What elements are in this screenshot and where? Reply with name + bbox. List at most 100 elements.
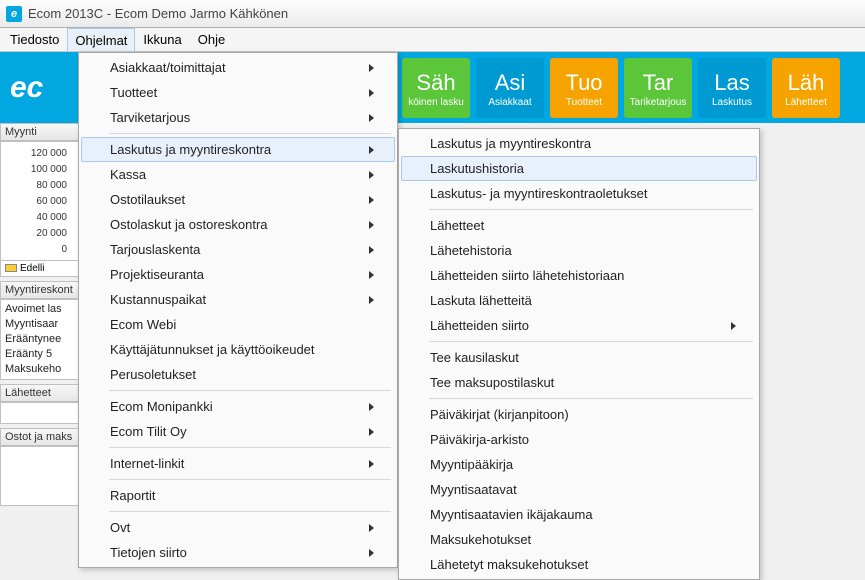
menu-item-label: Ovt <box>110 520 130 535</box>
menu-item[interactable]: Ostotilaukset <box>81 187 395 212</box>
submenu-arrow-icon <box>369 89 374 97</box>
menu-item-label: Päiväkirjat (kirjanpitoon) <box>430 407 569 422</box>
tile-tuo[interactable]: TuoTuotteet <box>550 58 618 118</box>
menu-item-label: Tuotteet <box>110 85 157 100</box>
menu-item-label: Projektiseuranta <box>110 267 204 282</box>
menu-item[interactable]: Laskutus ja myyntireskontra <box>401 131 757 156</box>
menu-item-label: Lähetetyt maksukehotukset <box>430 557 588 572</box>
menu-item-label: Laskuta lähetteitä <box>430 293 532 308</box>
menu-item[interactable]: Ecom Monipankki <box>81 394 395 419</box>
menubar-item-ohje[interactable]: Ohje <box>190 28 233 51</box>
menu-item[interactable]: Laskuta lähetteitä <box>401 288 757 313</box>
menubar-item-ohjelmat[interactable]: Ohjelmat <box>67 28 135 51</box>
menu-separator <box>109 447 391 448</box>
menu-item-label: Laskutus ja myyntireskontra <box>110 142 271 157</box>
menu-item[interactable]: Lähetteet <box>401 213 757 238</box>
submenu-arrow-icon <box>369 196 374 204</box>
menu-separator <box>109 390 391 391</box>
menu-item-label: Lähetteiden siirto <box>430 318 529 333</box>
menu-item-label: Laskutus- ja myyntireskontraoletukset <box>430 186 647 201</box>
left-sidebar: Myynti 120 000100 00080 00060 00040 0002… <box>0 123 80 562</box>
menu-item[interactable]: Ostolaskut ja ostoreskontra <box>81 212 395 237</box>
tile-tar[interactable]: TarTariketarjous <box>624 58 692 118</box>
menu-item-label: Maksukehotukset <box>430 532 531 547</box>
menu-item[interactable]: Lähetteiden siirto lähetehistoriaan <box>401 263 757 288</box>
menu-item-label: Perusoletukset <box>110 367 196 382</box>
menu-item-label: Ostotilaukset <box>110 192 185 207</box>
submenu-arrow-icon <box>369 171 374 179</box>
submenu-arrow-icon <box>369 146 374 154</box>
menu-item[interactable]: Kassa <box>81 162 395 187</box>
menu-item[interactable]: Laskutushistoria <box>401 156 757 181</box>
receivables-list: Avoimet lasMyyntisaarErääntyneeEräänty 5… <box>0 299 80 380</box>
list-item: Avoimet las <box>5 302 75 317</box>
menu-item-label: Päiväkirja-arkisto <box>430 432 529 447</box>
panel-header-sales: Myynti <box>0 123 80 141</box>
menu-item[interactable]: Ovt <box>81 515 395 540</box>
menu-item[interactable]: Raportit <box>81 483 395 508</box>
deliveries-list <box>0 402 80 424</box>
menu-item[interactable]: Laskutus- ja myyntireskontraoletukset <box>401 181 757 206</box>
submenu-arrow-icon <box>369 64 374 72</box>
menu-item[interactable]: Tee kausilaskut <box>401 345 757 370</box>
menu-item-label: Ecom Tilit Oy <box>110 424 187 439</box>
menu-item[interactable]: Ecom Webi <box>81 312 395 337</box>
submenu-arrow-icon <box>369 549 374 557</box>
tile-läh[interactable]: LähLähetteet <box>772 58 840 118</box>
sales-chart: 120 000100 00080 00060 00040 00020 0000 <box>0 141 80 261</box>
tile-asi[interactable]: AsiAsiakkaat <box>476 58 544 118</box>
menu-item-label: Ostolaskut ja ostoreskontra <box>110 217 268 232</box>
menu-item-label: Laskutus ja myyntireskontra <box>430 136 591 151</box>
menu-item-label: Ecom Monipankki <box>110 399 213 414</box>
menu-item-label: Tarjouslaskenta <box>110 242 200 257</box>
menu-item[interactable]: Projektiseuranta <box>81 262 395 287</box>
menu-item-label: Myyntisaatavien ikäjakauma <box>430 507 593 522</box>
tile-las[interactable]: LasLaskutus <box>698 58 766 118</box>
menu-item-label: Lähetteiden siirto lähetehistoriaan <box>430 268 624 283</box>
submenu-arrow-icon <box>369 460 374 468</box>
submenu-arrow-icon <box>369 296 374 304</box>
menu-separator <box>429 341 753 342</box>
menu-item[interactable]: Päiväkirja-arkisto <box>401 427 757 452</box>
menu-item[interactable]: Myyntipääkirja <box>401 452 757 477</box>
menu-item[interactable]: Käyttäjätunnukset ja käyttöoikeudet <box>81 337 395 362</box>
menu-item[interactable]: Myyntisaatavat <box>401 477 757 502</box>
menu-item[interactable]: Maksukehotukset <box>401 527 757 552</box>
menu-item[interactable]: Ecom Tilit Oy <box>81 419 395 444</box>
menu-item[interactable]: Laskutus ja myyntireskontra <box>81 137 395 162</box>
menu-item-label: Lähetehistoria <box>430 243 512 258</box>
menu-separator <box>429 398 753 399</box>
submenu-arrow-icon <box>369 403 374 411</box>
menu-separator <box>429 209 753 210</box>
menu-item[interactable]: Lähetehistoria <box>401 238 757 263</box>
purchases-list <box>0 446 80 506</box>
menu-item[interactable]: Perusoletukset <box>81 362 395 387</box>
panel-header-receivables: Myyntireskont <box>0 281 80 299</box>
list-item: Maksukeho <box>5 362 75 377</box>
menu-item[interactable]: Asiakkaat/toimittajat <box>81 55 395 80</box>
menu-item-label: Asiakkaat/toimittajat <box>110 60 226 75</box>
menu-item-label: Myyntipääkirja <box>430 457 513 472</box>
tile-säh[interactable]: Sähköinen lasku <box>402 58 470 118</box>
menu-item-label: Raportit <box>110 488 156 503</box>
menu-item[interactable]: Kustannuspaikat <box>81 287 395 312</box>
ecom-logo: ec <box>4 58 72 118</box>
list-item: Myyntisaar <box>5 317 75 332</box>
menu-item[interactable]: Lähetteiden siirto <box>401 313 757 338</box>
submenu-arrow-icon <box>369 114 374 122</box>
menu-item[interactable]: Tee maksupostilaskut <box>401 370 757 395</box>
menu-item[interactable]: Internet-linkit <box>81 451 395 476</box>
list-item: Erääntynee <box>5 332 75 347</box>
menu-item-label: Lähetteet <box>430 218 484 233</box>
menu-item[interactable]: Lähetetyt maksukehotukset <box>401 552 757 577</box>
menubar-item-ikkuna[interactable]: Ikkuna <box>135 28 189 51</box>
menu-item-label: Ecom Webi <box>110 317 176 332</box>
menu-item-label: Internet-linkit <box>110 456 184 471</box>
menubar-item-tiedosto[interactable]: Tiedosto <box>2 28 67 51</box>
menu-item[interactable]: Tietojen siirto <box>81 540 395 565</box>
menu-item[interactable]: Tuotteet <box>81 80 395 105</box>
menu-item[interactable]: Tarviketarjous <box>81 105 395 130</box>
menu-item[interactable]: Tarjouslaskenta <box>81 237 395 262</box>
menu-item[interactable]: Myyntisaatavien ikäjakauma <box>401 502 757 527</box>
menu-item[interactable]: Päiväkirjat (kirjanpitoon) <box>401 402 757 427</box>
